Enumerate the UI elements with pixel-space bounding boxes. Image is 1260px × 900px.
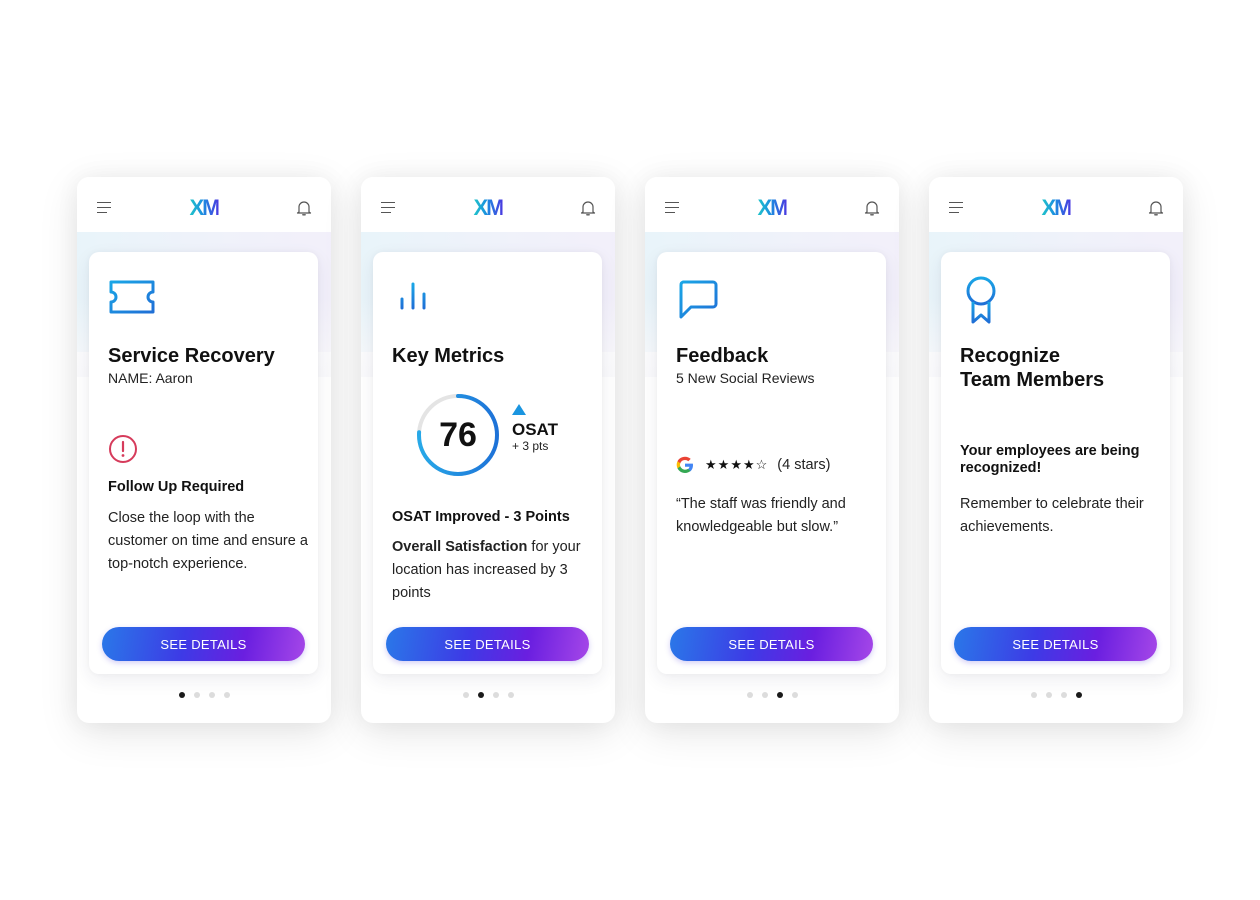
- recognition-heading: Your employees are being recognized!: [960, 443, 1140, 476]
- pagination-dots: [77, 692, 331, 698]
- page-dot-4[interactable]: [791, 692, 798, 698]
- page-dot-2[interactable]: [193, 692, 200, 698]
- hamburger-menu-icon[interactable]: [381, 202, 395, 214]
- hamburger-menu-icon[interactable]: [665, 202, 679, 214]
- page-dot-2[interactable]: [477, 692, 484, 698]
- osat-improved-heading: OSAT Improved - 3 Points: [392, 509, 570, 525]
- star-rating: ★ ★ ★ ★ ☆: [705, 458, 767, 472]
- page-dot-4[interactable]: [507, 692, 514, 698]
- xm-logo: XM: [189, 195, 221, 220]
- pagination-dots: [361, 692, 615, 698]
- page-dot-1[interactable]: [178, 692, 185, 698]
- bar-chart-icon: [400, 282, 426, 310]
- see-details-button[interactable]: SEE DETAILS: [954, 627, 1157, 661]
- page-dot-1[interactable]: [746, 692, 753, 698]
- star-filled-icon: ★: [717, 457, 730, 472]
- star-filled-icon: ★: [742, 457, 755, 472]
- card-title: Key Metrics: [392, 345, 505, 367]
- card-title: Recognize Team Members: [960, 345, 1105, 391]
- star-filled-icon: ★: [705, 457, 717, 472]
- osat-score: 76: [439, 415, 477, 454]
- bell-icon[interactable]: [295, 199, 313, 217]
- follow-up-heading: Follow Up Required: [108, 479, 245, 495]
- card-key-metrics: Key Metrics 76 OSAT + 3 pts OSAT Improve…: [373, 252, 602, 674]
- google-icon: [676, 456, 693, 473]
- star-empty-icon: ☆: [755, 457, 768, 472]
- see-details-button[interactable]: SEE DETAILS: [670, 627, 873, 661]
- up-triangle-icon: [512, 404, 526, 415]
- hamburger-menu-icon[interactable]: [97, 202, 111, 214]
- page-dot-2[interactable]: [761, 692, 768, 698]
- top-bar: XM: [361, 177, 615, 232]
- page-dot-1[interactable]: [1030, 692, 1037, 698]
- page-dot-3[interactable]: [1060, 692, 1067, 698]
- hamburger-menu-icon[interactable]: [949, 202, 963, 214]
- top-bar: XM: [645, 177, 899, 232]
- card-service-recovery: Service Recovery NAME: Aaron Follow Up R…: [89, 252, 318, 674]
- page-dot-4[interactable]: [1075, 692, 1082, 698]
- overall-satisfaction-label: Overall Satisfaction: [392, 539, 528, 555]
- xm-logo: XM: [473, 195, 505, 220]
- review-quote: “The staff was friendly and knowledgeabl…: [676, 496, 846, 535]
- card-subtitle: NAME: Aaron: [108, 370, 193, 386]
- phone-screen-key-metrics: XM Key Metrics 76 OSAT + 3 pts OSAT Impr…: [361, 177, 615, 723]
- award-ribbon-icon: [966, 276, 996, 324]
- chat-bubble-icon: [679, 280, 718, 319]
- page-dot-3[interactable]: [208, 692, 215, 698]
- page-dot-1[interactable]: [462, 692, 469, 698]
- xm-logo: XM: [1041, 195, 1073, 220]
- card-recognize-team: Recognize Team Members Your employees ar…: [941, 252, 1170, 674]
- bell-icon[interactable]: [863, 199, 881, 217]
- page-dot-3[interactable]: [492, 692, 499, 698]
- osat-label: OSAT: [512, 420, 558, 439]
- card-feedback: Feedback 5 New Social Reviews ★ ★ ★ ★ ☆ (4 s…: [657, 252, 886, 674]
- follow-up-description: Close the loop with the customer on time…: [108, 510, 308, 572]
- pagination-dots: [929, 692, 1183, 698]
- phone-screen-service-recovery: XM Service Recovery NAME: Aaron Follow U…: [77, 177, 331, 723]
- review-rating-row: ★ ★ ★ ★ ☆ (4 stars): [675, 455, 830, 475]
- see-details-button[interactable]: SEE DETAILS: [386, 627, 589, 661]
- bell-icon[interactable]: [1147, 199, 1165, 217]
- alert-circle-icon: [109, 435, 137, 463]
- xm-logo: XM: [757, 195, 789, 220]
- phone-screen-feedback: XM Feedback 5 New Social Reviews ★ ★ ★ ★ ☆ (…: [645, 177, 899, 723]
- page-dot-4[interactable]: [223, 692, 230, 698]
- page-dot-3[interactable]: [776, 692, 783, 698]
- phone-screen-recognize-team: XM Recognize Team Members Your employees…: [929, 177, 1183, 723]
- recognition-description: Remember to celebrate their achievements…: [960, 496, 1144, 535]
- bell-icon[interactable]: [579, 199, 597, 217]
- card-title: Service Recovery: [108, 345, 275, 367]
- card-title: Feedback: [676, 345, 769, 367]
- ticket-icon: [109, 280, 155, 314]
- page-dot-2[interactable]: [1045, 692, 1052, 698]
- see-details-button[interactable]: SEE DETAILS: [102, 627, 305, 661]
- star-filled-icon: ★: [730, 457, 742, 472]
- osat-description: Overall Satisfaction for your location h…: [392, 536, 592, 605]
- top-bar: XM: [929, 177, 1183, 232]
- pagination-dots: [645, 692, 899, 698]
- osat-delta: + 3 pts: [512, 439, 549, 453]
- card-subtitle: 5 New Social Reviews: [676, 370, 815, 386]
- top-bar: XM: [77, 177, 331, 232]
- rating-label: (4 stars): [777, 457, 831, 473]
